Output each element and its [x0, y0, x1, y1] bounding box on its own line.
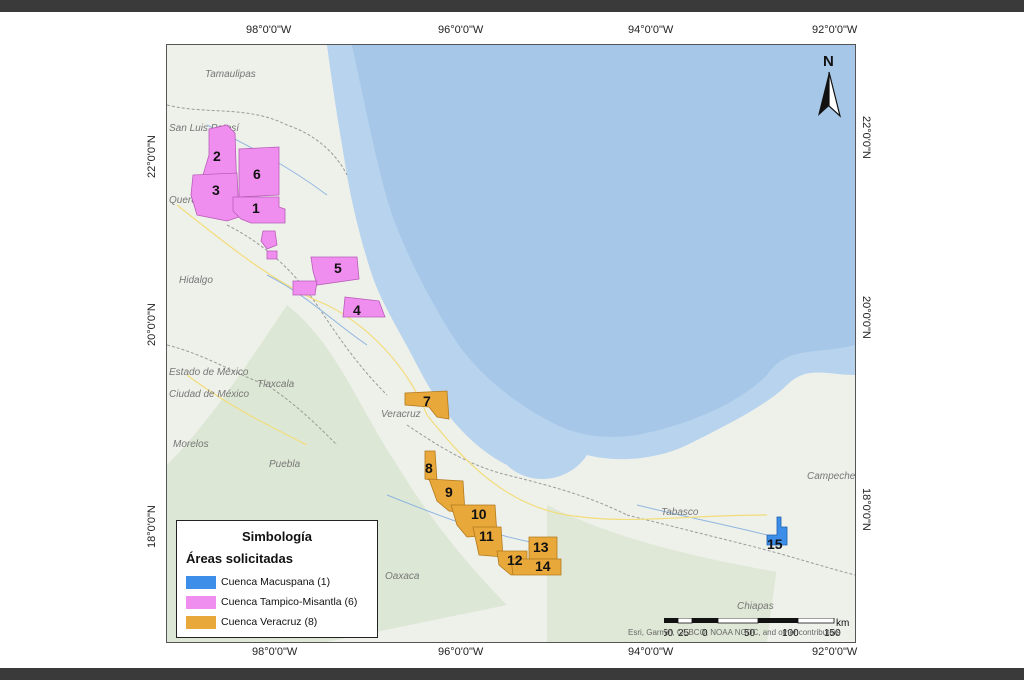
- label-block-3: 3: [212, 182, 220, 198]
- block-small-b[interactable]: [266, 250, 278, 260]
- north-arrow: N: [812, 50, 846, 120]
- label-block-14: 14: [535, 558, 551, 574]
- label-block-4: 4: [353, 302, 361, 318]
- label-block-8: 8: [425, 460, 433, 476]
- place-campeche: Campeche: [807, 471, 855, 482]
- coord-right-18: 18°0'0"N: [860, 488, 872, 531]
- legend-label-veracruz: Cuenca Veracruz (8): [221, 616, 318, 628]
- legend-swatch-magenta: [186, 595, 216, 609]
- coord-left-18: 18°0'0"N: [146, 505, 158, 548]
- place-edo-mexico: Estado de México: [169, 367, 249, 378]
- coord-bottom-96: 96°0'0"W: [438, 646, 484, 658]
- coord-bottom-98: 98°0'0"W: [252, 646, 298, 658]
- legend-item-macuspana: Cuenca Macuspana (1): [186, 575, 330, 589]
- label-block-5: 5: [334, 260, 342, 276]
- place-oaxaca: Oaxaca: [385, 571, 420, 582]
- coord-top-96: 96°0'0"W: [438, 24, 484, 36]
- place-puebla: Puebla: [269, 459, 301, 470]
- label-block-9: 9: [445, 484, 453, 500]
- place-ciudad-mexico: Ciudad de México: [169, 389, 249, 400]
- coord-right-22: 22°0'0"N: [860, 116, 872, 159]
- north-label: N: [823, 53, 834, 70]
- legend-title: Simbología: [241, 529, 313, 544]
- label-block-2: 2: [213, 148, 221, 164]
- place-tabasco: Tabasco: [661, 507, 699, 518]
- label-block-12: 12: [507, 552, 523, 568]
- legend-label-tampico: Cuenca Tampico-Misantla (6): [221, 596, 358, 608]
- legend-item-tampico: Cuenca Tampico-Misantla (6): [186, 595, 357, 609]
- place-tamaulipas: Tamaulipas: [205, 69, 256, 80]
- coord-bottom-94: 94°0'0"W: [628, 646, 674, 658]
- place-tlaxcala: Tlaxcala: [257, 379, 295, 390]
- coord-right-20: 20°0'0"N: [860, 296, 872, 339]
- coord-left-22: 22°0'0"N: [146, 135, 158, 178]
- label-block-13: 13: [533, 539, 549, 555]
- legend-swatch-orange: [186, 615, 216, 629]
- legend-item-veracruz: Cuenca Veracruz (8): [186, 615, 317, 629]
- place-morelos: Morelos: [173, 439, 209, 450]
- window-bottom-bar: [0, 668, 1024, 680]
- label-block-10: 10: [471, 506, 487, 522]
- label-block-7: 7: [423, 393, 431, 409]
- place-veracruz: Veracruz: [381, 409, 421, 420]
- place-hidalgo: Hidalgo: [179, 275, 213, 286]
- coord-top-92: 92°0'0"W: [812, 24, 858, 36]
- label-block-15: 15: [767, 536, 783, 552]
- coord-top-98: 98°0'0"W: [246, 24, 292, 36]
- north-arrow-icon: N: [818, 53, 842, 118]
- place-chiapas: Chiapas: [737, 601, 774, 612]
- window-top-bar: [0, 0, 1024, 12]
- label-block-6: 6: [253, 166, 261, 182]
- map-credit: Esri, Garmin, GEBCO, NOAA NGDC, and othe…: [628, 628, 841, 637]
- label-block-1: 1: [252, 200, 260, 216]
- coord-top-94: 94°0'0"W: [628, 24, 674, 36]
- label-block-11: 11: [479, 528, 494, 544]
- legend-subtitle: Áreas solicitadas: [186, 551, 293, 566]
- coord-bottom-92: 92°0'0"W: [812, 646, 858, 658]
- legend-swatch-blue: [186, 575, 216, 589]
- legend-label-macuspana: Cuenca Macuspana (1): [221, 576, 331, 588]
- coord-left-20: 20°0'0"N: [146, 303, 158, 346]
- block-5b[interactable]: [292, 280, 318, 296]
- legend: Simbología Áreas solicitadas Cuenca Macu…: [176, 520, 378, 638]
